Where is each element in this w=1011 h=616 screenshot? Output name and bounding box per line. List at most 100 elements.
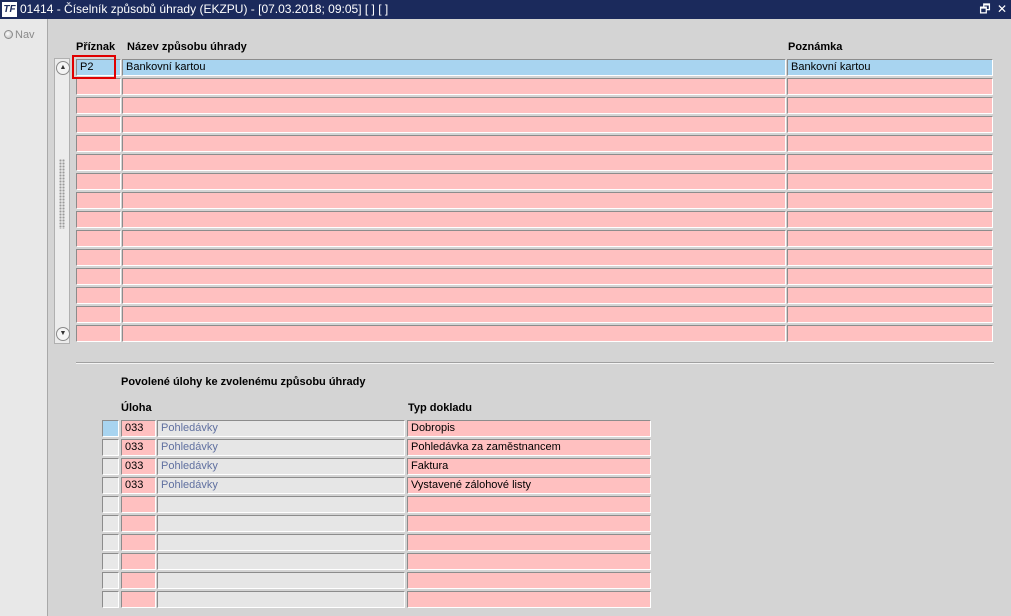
header-poznamka: Poznámka [788, 41, 843, 53]
nav-label[interactable]: Nav [15, 29, 35, 41]
poznamka-cell[interactable] [787, 78, 993, 95]
nazev-cell[interactable] [122, 287, 786, 304]
uloha-name-cell[interactable] [157, 553, 405, 570]
poznamka-cell[interactable] [787, 97, 993, 114]
uloha-code-cell[interactable] [121, 534, 156, 551]
uloha-name-cell[interactable]: Pohledávky [157, 477, 405, 494]
uloha-code-cell[interactable]: 033 [121, 420, 156, 437]
nazev-cell[interactable] [122, 230, 786, 247]
priznak-cell[interactable] [76, 325, 121, 342]
priznak-cell[interactable] [76, 306, 121, 323]
header-nazev: Název způsobu úhrady [127, 41, 247, 53]
nazev-cell[interactable] [122, 306, 786, 323]
left-navigation-panel: Nav [0, 19, 48, 616]
poznamka-cell[interactable] [787, 268, 993, 285]
typ-dokladu-cell[interactable] [407, 534, 651, 551]
main-grid-scrollbar[interactable]: ▲ ▼ [54, 58, 70, 344]
typ-dokladu-cell[interactable] [407, 572, 651, 589]
uloha-name-cell[interactable]: Pohledávky [157, 439, 405, 456]
poznamka-cell[interactable] [787, 325, 993, 342]
nazev-cell[interactable] [122, 268, 786, 285]
nazev-cell[interactable] [122, 78, 786, 95]
nazev-cell[interactable] [122, 211, 786, 228]
uloha-code-cell[interactable]: 033 [121, 477, 156, 494]
uloha-code-cell[interactable] [121, 496, 156, 513]
row-selector-checkbox[interactable] [102, 439, 119, 456]
header-typ-dokladu: Typ dokladu [408, 402, 472, 414]
poznamka-cell[interactable] [787, 287, 993, 304]
nazev-cell[interactable] [122, 249, 786, 266]
nazev-cell[interactable] [122, 325, 786, 342]
nazev-cell[interactable] [122, 192, 786, 209]
uloha-name-cell[interactable]: Pohledávky [157, 458, 405, 475]
app-logo-icon: TF [2, 2, 17, 17]
row-selector-checkbox[interactable] [102, 534, 119, 551]
uloha-name-cell[interactable] [157, 496, 405, 513]
nazev-cell[interactable]: Bankovní kartou [122, 59, 786, 76]
poznamka-cell[interactable] [787, 230, 993, 247]
header-priznak: Příznak [76, 41, 116, 53]
priznak-cell[interactable] [76, 268, 121, 285]
priznak-cell[interactable] [76, 78, 121, 95]
nazev-cell[interactable] [122, 116, 786, 133]
row-selector-checkbox[interactable] [102, 458, 119, 475]
poznamka-cell[interactable] [787, 192, 993, 209]
uloha-name-cell[interactable] [157, 591, 405, 608]
nazev-cell[interactable] [122, 154, 786, 171]
poznamka-cell[interactable] [787, 173, 993, 190]
priznak-cell[interactable]: P2 [76, 59, 121, 76]
uloha-name-cell[interactable]: Pohledávky [157, 420, 405, 437]
row-selector-checkbox[interactable] [102, 553, 119, 570]
uloha-code-cell[interactable]: 033 [121, 439, 156, 456]
row-selector-checkbox[interactable] [102, 572, 119, 589]
uloha-code-cell[interactable] [121, 515, 156, 532]
poznamka-cell[interactable] [787, 135, 993, 152]
scroll-down-button[interactable]: ▼ [56, 327, 70, 341]
row-selector-checkbox[interactable] [102, 515, 119, 532]
typ-dokladu-cell[interactable]: Faktura [407, 458, 651, 475]
uloha-name-cell[interactable] [157, 534, 405, 551]
priznak-cell[interactable] [76, 192, 121, 209]
priznak-cell[interactable] [76, 173, 121, 190]
typ-dokladu-cell[interactable]: Pohledávka za zaměstnancem [407, 439, 651, 456]
priznak-cell[interactable] [76, 154, 121, 171]
poznamka-cell[interactable] [787, 211, 993, 228]
typ-dokladu-cell[interactable] [407, 515, 651, 532]
row-selector-checkbox[interactable] [102, 420, 119, 437]
poznamka-cell[interactable] [787, 306, 993, 323]
poznamka-cell[interactable] [787, 116, 993, 133]
nazev-cell[interactable] [122, 173, 786, 190]
poznamka-cell[interactable] [787, 249, 993, 266]
priznak-cell[interactable] [76, 97, 121, 114]
restore-button[interactable]: 🗗 [978, 1, 992, 17]
uloha-code-cell[interactable]: 033 [121, 458, 156, 475]
row-selector-checkbox[interactable] [102, 591, 119, 608]
typ-dokladu-cell[interactable] [407, 553, 651, 570]
typ-dokladu-cell[interactable]: Dobropis [407, 420, 651, 437]
priznak-cell[interactable] [76, 287, 121, 304]
typ-dokladu-cell[interactable] [407, 591, 651, 608]
typ-dokladu-cell[interactable]: Vystavené zálohové listy [407, 477, 651, 494]
row-selector-checkbox[interactable] [102, 496, 119, 513]
row-selector-checkbox[interactable] [102, 477, 119, 494]
nazev-cell[interactable] [122, 135, 786, 152]
typ-dokladu-cell[interactable] [407, 496, 651, 513]
nav-radio-icon[interactable] [4, 30, 13, 39]
scroll-up-button[interactable]: ▲ [56, 61, 70, 75]
priznak-cell[interactable] [76, 211, 121, 228]
priznak-cell[interactable] [76, 116, 121, 133]
nazev-cell[interactable] [122, 97, 786, 114]
poznamka-cell[interactable] [787, 154, 993, 171]
uloha-name-cell[interactable] [157, 515, 405, 532]
header-uloha: Úloha [121, 402, 152, 414]
uloha-name-cell[interactable] [157, 572, 405, 589]
poznamka-cell[interactable]: Bankovní kartou [787, 59, 993, 76]
uloha-code-cell[interactable] [121, 572, 156, 589]
close-button[interactable]: ✕ [995, 1, 1009, 17]
scroll-grip-icon[interactable] [59, 159, 65, 229]
uloha-code-cell[interactable] [121, 591, 156, 608]
uloha-code-cell[interactable] [121, 553, 156, 570]
priznak-cell[interactable] [76, 249, 121, 266]
priznak-cell[interactable] [76, 135, 121, 152]
priznak-cell[interactable] [76, 230, 121, 247]
